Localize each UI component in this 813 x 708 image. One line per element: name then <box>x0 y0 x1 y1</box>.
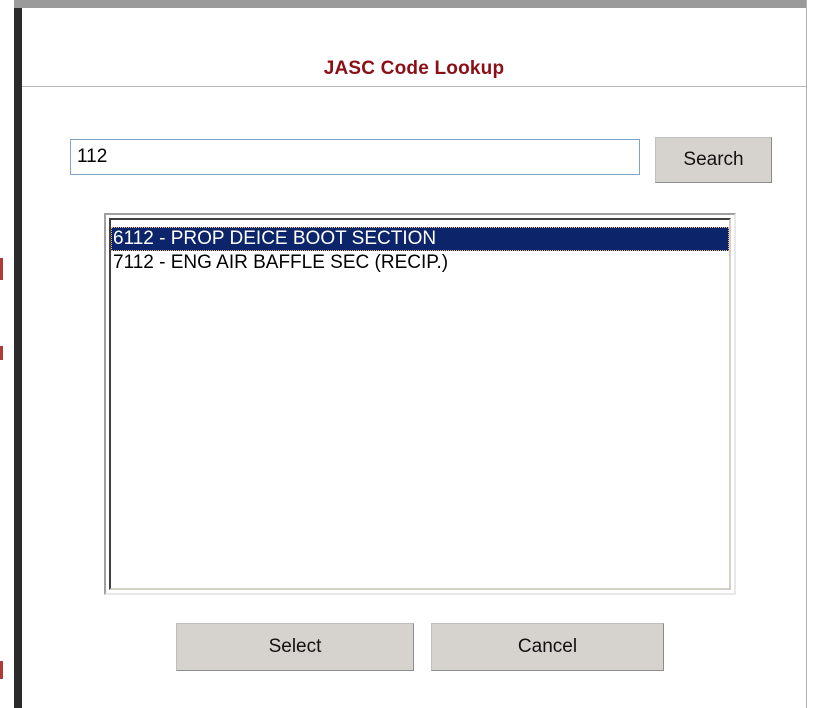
search-button[interactable]: Search <box>655 137 772 183</box>
dialog-title: JASC Code Lookup <box>323 58 505 79</box>
background-marker <box>0 258 3 280</box>
results-list: 6112 - PROP DEICE BOOT SECTION 7112 - ENG… <box>109 218 731 590</box>
result-list-item[interactable]: 7112 - ENG AIR BAFFLE SEC (RECIP.) <box>111 251 729 275</box>
background-window-top <box>0 0 813 8</box>
results-listbox[interactable]: 6112 - PROP DEICE BOOT SECTION 7112 - ENG… <box>104 213 736 595</box>
result-list-item[interactable]: 6112 - PROP DEICE BOOT SECTION <box>111 227 729 251</box>
background-window-left <box>0 0 14 708</box>
dialog-header: JASC Code Lookup <box>22 8 806 87</box>
page: JASC Code Lookup Search 6112 - PROP DEIC… <box>0 0 813 708</box>
background-window-right <box>806 0 813 708</box>
select-button[interactable]: Select <box>176 623 414 671</box>
search-input[interactable] <box>70 139 640 175</box>
background-marker <box>0 661 3 679</box>
cancel-button[interactable]: Cancel <box>431 623 664 671</box>
jasc-lookup-dialog: JASC Code Lookup Search 6112 - PROP DEIC… <box>14 8 806 708</box>
background-marker <box>0 346 3 360</box>
